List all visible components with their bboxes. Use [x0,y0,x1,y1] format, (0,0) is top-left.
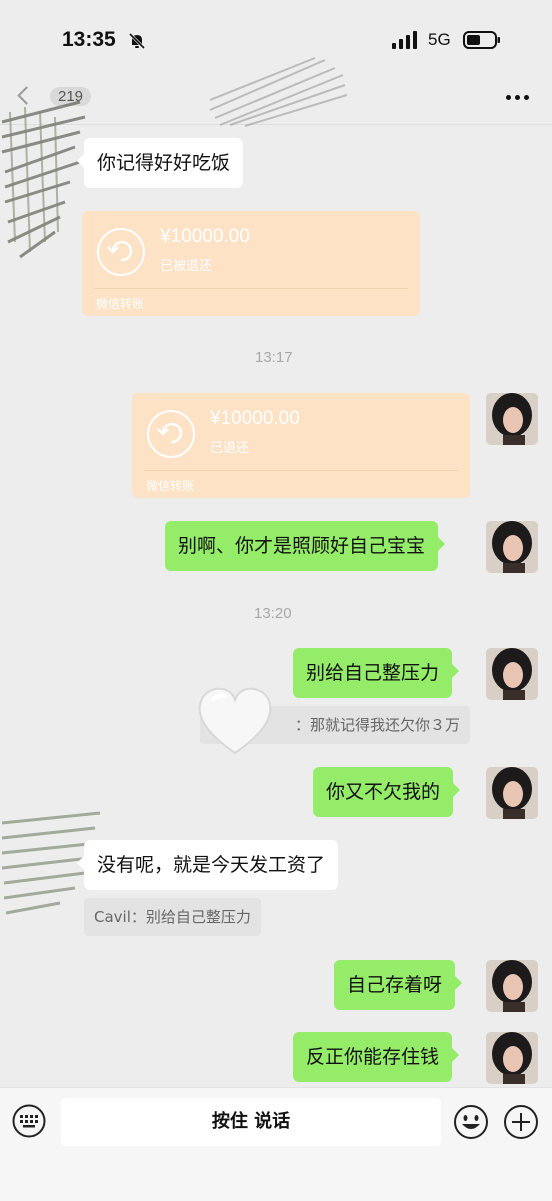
more-icon [506,95,511,100]
quoted-message[interactable]: Cavil：别给自己整压力 [84,898,261,936]
heart-sticker [198,687,272,755]
battery-icon [463,31,500,49]
hold-to-talk-button[interactable]: 按住 说话 [61,1098,441,1146]
mute-icon [128,32,146,50]
outgoing-text-bubble: 别给自己整压力 [293,648,460,698]
transfer-brand: 微信转账 [146,479,195,493]
outgoing-text-bubble: 别啊、你才是照顾好自己宝宝 [165,521,446,571]
redaction-scribble [1,100,86,259]
outgoing-text-bubble: 反正你能存住钱 [293,1032,460,1082]
timestamp: 13:20 [254,605,292,622]
redaction-scribble [209,57,348,127]
timestamp: 13:17 [255,349,293,366]
avatar[interactable] [486,767,538,819]
status-time: 13:35 [62,28,116,51]
transfer-divider [94,288,408,289]
incoming-text-bubble: 你记得好好吃饭 [76,138,244,188]
transfer-divider [144,470,458,471]
avatar[interactable] [486,648,538,700]
emoji-icon[interactable] [453,1104,489,1140]
voice-keyboard-icon[interactable] [12,1104,46,1138]
transfer-status: 已被退还 [160,259,213,274]
avatar[interactable] [486,1032,538,1084]
transfer-returned-icon [97,228,145,276]
incoming-transfer-card[interactable]: ¥10000.00 已被退还 微信转账 [82,211,420,316]
signal-icon [392,31,417,49]
transfer-status: 已退还 [210,441,250,456]
avatar[interactable] [486,521,538,573]
more-button[interactable] [498,86,538,110]
outgoing-text-bubble: 自己存着呀 [334,960,463,1010]
transfer-brand: 微信转账 [96,297,145,311]
network-label: 5G [428,30,451,49]
avatar[interactable] [486,393,538,445]
outgoing-text-bubble: 你又不欠我的 [313,767,461,817]
transfer-amount: ¥10000.00 [210,408,300,429]
plus-icon[interactable] [503,1104,539,1140]
transfer-returned-icon [147,410,195,458]
incoming-text-bubble: 没有呢，就是今天发工资了 [76,840,339,890]
transfer-amount: ¥10000.00 [160,226,250,247]
outgoing-transfer-card[interactable]: ¥10000.00 已退还 微信转账 [132,393,470,498]
avatar[interactable] [486,960,538,1012]
